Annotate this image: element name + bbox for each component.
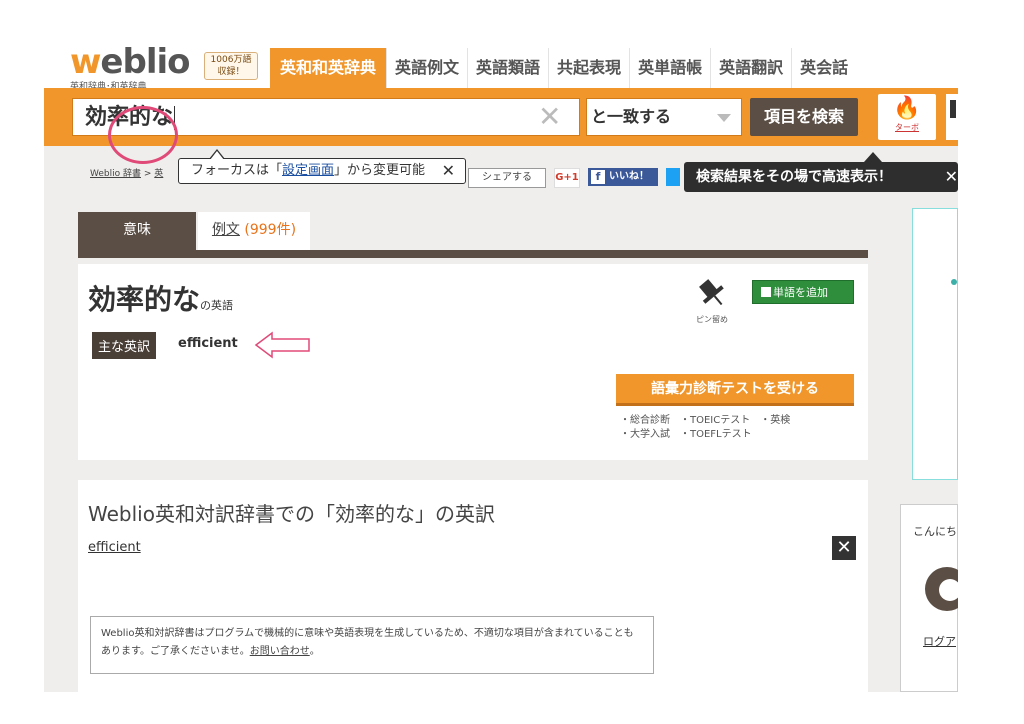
facebook-like-button[interactable]: f いいね！	[588, 168, 658, 186]
tab-meaning[interactable]: 意味	[78, 212, 196, 250]
vocab-test-eiken[interactable]: ・英検	[760, 415, 790, 426]
word-count-line2: 収録！	[217, 67, 245, 77]
flame-icon: 🔥	[893, 96, 921, 121]
word-count-badge: 1006万語 収録！	[204, 52, 258, 80]
disclaimer-notice: Weblio英和対訳辞書はプログラムで機械的に意味や英語表現を生成しているため、…	[90, 616, 654, 674]
headword-suffix: の英語	[200, 299, 234, 312]
sidebar-login-box: こんにち ログア	[900, 504, 958, 692]
main-translation-label: 主な英訳	[92, 332, 157, 359]
turbo-tooltip-text: 検索結果をその場で高速表示！	[696, 169, 892, 185]
vocabulary-test-button[interactable]: 語彙力診断テストを受ける	[616, 374, 854, 406]
pin-icon[interactable]	[692, 276, 732, 310]
settings-link[interactable]: 設定画面	[282, 163, 334, 178]
word-count-line1: 1006万語	[210, 55, 252, 65]
notice-end: 。	[309, 646, 320, 657]
tab-conversation[interactable]: 英会話	[791, 48, 857, 88]
tab-collocations[interactable]: 共起表現	[548, 48, 630, 88]
notice-text: Weblio英和対訳辞書はプログラムで機械的に意味や英語表現を生成しているため、…	[101, 628, 634, 657]
breadcrumb-english[interactable]: 英	[154, 169, 163, 179]
arrow-annotation	[254, 331, 310, 359]
breadcrumb-separator: >	[141, 169, 155, 179]
translation-section: Weblio英和対訳辞書での「効率的な」の英訳 efficient ✕ Webl…	[78, 480, 868, 692]
vocab-test-toeic[interactable]: ・TOEICテスト	[680, 415, 750, 426]
vocab-test-university[interactable]: ・大学入試	[620, 429, 670, 440]
ad-dot	[951, 279, 957, 285]
vocab-test-toefl[interactable]: ・TOEFLテスト	[680, 429, 752, 440]
clear-icon[interactable]: ✕	[538, 102, 561, 132]
logo-initial: w	[70, 42, 101, 82]
translation-link-efficient[interactable]: efficient	[88, 540, 141, 555]
turbo-tooltip: 検索結果をその場で高速表示！ ✕	[684, 152, 958, 192]
tab-word-list[interactable]: 英単語帳	[629, 48, 711, 88]
tab-translation[interactable]: 英語翻訳	[710, 48, 792, 88]
google-plus-button[interactable]: G+1	[554, 168, 580, 188]
pin-label: ピン留め	[696, 315, 728, 324]
facebook-icon: f	[591, 170, 605, 184]
weblio-page: weblio 英和辞典･和英辞典 1006万語 収録！ 英和和英辞典 英語例文 …	[44, 40, 958, 692]
close-icon[interactable]: ✕	[832, 536, 856, 560]
breadcrumb-weblio-dictionary[interactable]: Weblio 辞書	[90, 169, 141, 179]
tab-english-japanese-dictionary[interactable]: 英和和英辞典	[270, 48, 387, 88]
entry-card: 効率的なの英語 ピン留め 単語を追加 主な英訳 efficient 語彙力診断テ…	[78, 264, 868, 460]
twitter-button[interactable]	[666, 168, 680, 186]
search-button[interactable]: 項目を検索	[750, 98, 858, 136]
logo-rest: eblio	[100, 42, 190, 82]
contact-link[interactable]: お問い合わせ	[250, 646, 310, 657]
match-mode-select[interactable]: と一致する	[586, 98, 742, 136]
main-translation-value: efficient	[178, 336, 238, 351]
highlight-circle-annotation	[108, 106, 178, 164]
share-button[interactable]: シェアする	[468, 168, 546, 188]
result-tabs: 意味 例文 (999件)	[78, 212, 868, 258]
focus-tooltip-prefix: フォーカスは「	[191, 163, 283, 178]
breadcrumb: Weblio 辞書 > 英	[90, 166, 163, 179]
dictionary-tabs: 英和和英辞典 英語例文 英語類語 共起表現 英単語帳 英語翻訳 英会話	[270, 48, 857, 88]
logo-text: weblio	[70, 45, 191, 79]
search-bar: 効率的な ✕ と一致する 項目を検索 🔥 ターボ	[44, 88, 958, 146]
avatar	[925, 567, 958, 611]
sidebar-ad-box	[912, 208, 958, 480]
vocab-tests-row1: ・総合診断 ・TOEICテスト ・英検	[620, 414, 800, 428]
weblio-logo[interactable]: weblio 英和辞典･和英辞典	[70, 45, 191, 92]
small-option[interactable]	[946, 94, 958, 140]
headword-text: 効率的な	[88, 283, 201, 316]
focus-tooltip: フォーカスは「設定画面」から変更可能 ✕	[178, 149, 466, 184]
tab-english-examples[interactable]: 英語例文	[386, 48, 468, 88]
facebook-like-label: いいね！	[609, 171, 649, 182]
vocab-tests-row2: ・大学入試 ・TOEFLテスト	[620, 428, 800, 442]
tab-english-synonyms[interactable]: 英語類語	[467, 48, 549, 88]
tab-examples[interactable]: 例文 (999件)	[198, 212, 310, 250]
turbo-label: ターボ	[895, 123, 919, 132]
login-link[interactable]: ログア	[923, 633, 956, 649]
chevron-down-icon	[717, 114, 731, 122]
focus-tooltip-suffix: 」から変更可能	[334, 163, 426, 178]
examples-label: 例文	[211, 222, 240, 238]
vocabulary-test-list: ・総合診断 ・TOEICテスト ・英検 ・大学入試 ・TOEFLテスト	[620, 414, 800, 442]
sidebar-greeting: こんにち	[913, 525, 957, 538]
match-mode-value: と一致する	[591, 107, 672, 126]
top-navigation-bar: weblio 英和辞典･和英辞典 1006万語 収録！ 英和和英辞典 英語例文 …	[44, 40, 958, 92]
add-word-button[interactable]: 単語を追加	[752, 280, 854, 304]
examples-count: (999件)	[244, 222, 297, 238]
close-icon[interactable]: ✕	[945, 162, 958, 192]
vocab-test-general[interactable]: ・総合診断	[620, 415, 670, 426]
turbo-button[interactable]: 🔥 ターボ	[878, 94, 936, 140]
headword: 効率的なの英語	[88, 278, 233, 318]
close-icon[interactable]: ✕	[442, 159, 455, 183]
translation-section-title: Weblio英和対訳辞書での「効率的な」の英訳	[88, 502, 495, 526]
